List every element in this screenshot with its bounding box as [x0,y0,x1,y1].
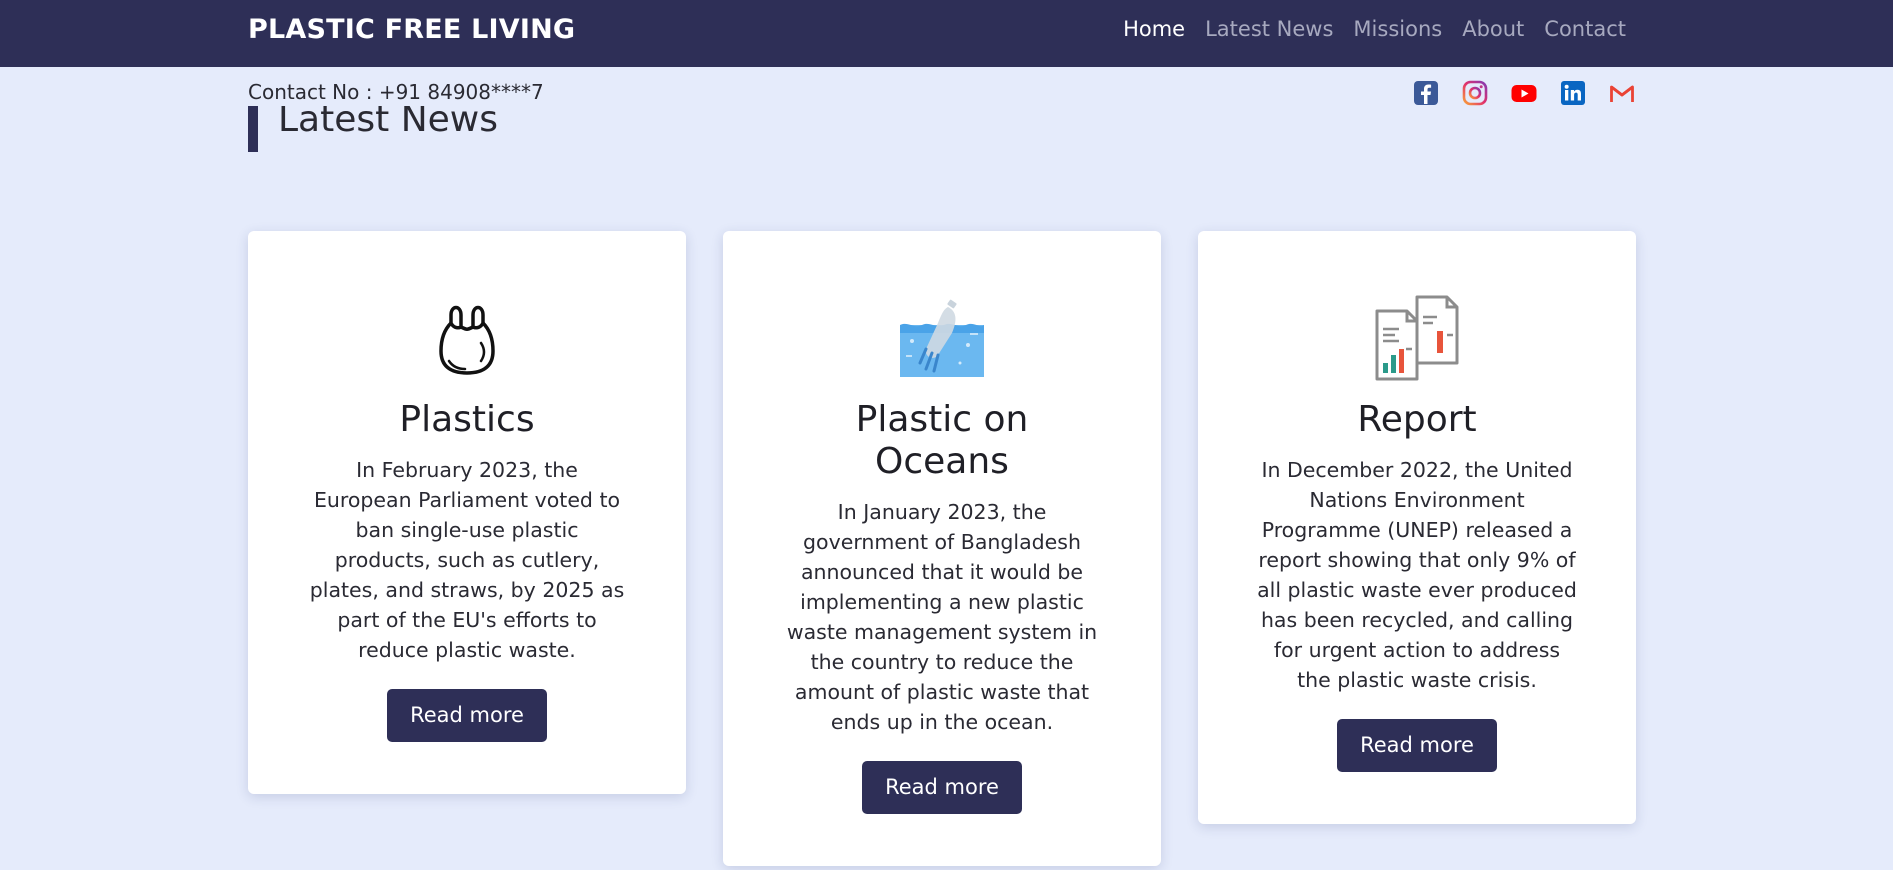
card-title: Plastic on Oceans [855,399,1029,482]
gmail-icon[interactable] [1609,80,1635,106]
section-heading: Latest News [248,106,498,152]
read-more-button[interactable]: Read more [1337,719,1497,772]
news-card-plastic-on-oceans: Plastic on Oceans In January 2023, the g… [723,231,1161,866]
card-text: In January 2023, the government of Bangl… [786,500,1098,734]
read-more-button[interactable]: Read more [862,761,1022,814]
news-card-report: Report In December 2022, the United Nati… [1198,231,1636,824]
plastic-bag-icon [439,305,495,375]
nav-home[interactable]: Home [1123,17,1185,41]
news-card-plastics: Plastics In February 2023, the European … [248,231,686,794]
ocean-bottle-icon [900,299,984,377]
linkedin-icon[interactable] [1560,80,1586,106]
card-title: Report [1357,399,1477,440]
section-heading-text: Latest News [278,106,498,140]
card-text: In February 2023, the European Parliamen… [309,458,625,662]
contact-number: Contact No : +91 84908****7 [248,80,544,104]
card-text: In December 2022, the United Nations Env… [1257,458,1577,692]
nav-latest-news[interactable]: Latest News [1205,17,1333,41]
card-title: Plastics [399,399,535,440]
youtube-icon[interactable] [1511,80,1537,106]
navbar: PLASTIC FREE LIVING Home Latest News Mis… [0,0,1893,67]
facebook-icon[interactable] [1413,80,1439,106]
nav-links: Home Latest News Missions About Contact [1123,17,1626,41]
nav-about[interactable]: About [1462,17,1524,41]
instagram-icon[interactable] [1462,80,1488,106]
brand-logo[interactable]: PLASTIC FREE LIVING [248,14,575,45]
report-icon [1375,295,1459,381]
read-more-button[interactable]: Read more [387,689,547,742]
social-links [1413,80,1635,106]
nav-missions[interactable]: Missions [1353,17,1442,41]
nav-contact[interactable]: Contact [1544,17,1626,41]
